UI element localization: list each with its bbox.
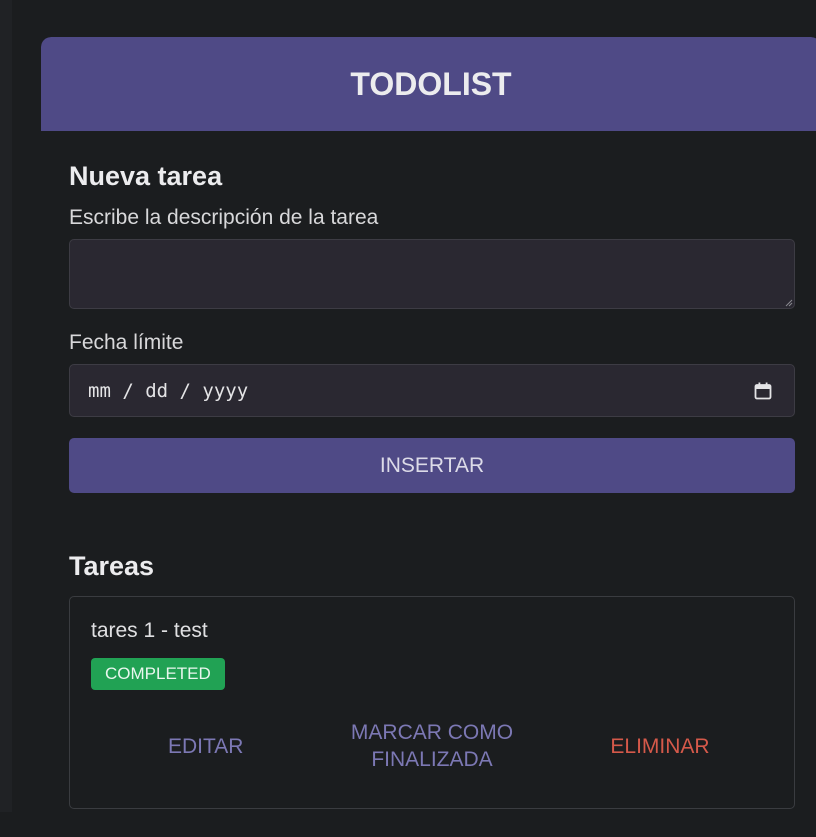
deadline-label: Fecha límite bbox=[69, 331, 184, 354]
card-content: Nueva tarea Escribe la descripción de la… bbox=[41, 160, 795, 809]
mark-done-line2: FINALIZADA bbox=[371, 748, 493, 771]
description-textarea[interactable] bbox=[69, 239, 795, 309]
new-task-title: Nueva tarea bbox=[69, 161, 223, 191]
app-title: TODOLIST bbox=[350, 65, 512, 102]
deadline-date-input[interactable]: mm / dd / yyyy bbox=[69, 364, 795, 417]
mark-done-button[interactable]: MARCAR COMO FINALIZADA bbox=[335, 719, 529, 773]
resize-grip-icon[interactable] bbox=[785, 299, 793, 307]
edit-button[interactable]: EDITAR bbox=[168, 733, 243, 760]
calendar-icon[interactable] bbox=[752, 380, 774, 402]
todolist-card: TODOLIST Nueva tarea Escribe la descripc… bbox=[41, 37, 816, 837]
insert-button[interactable]: INSERTAR bbox=[69, 438, 795, 493]
status-badge: COMPLETED bbox=[91, 658, 225, 690]
description-label: Escribe la descripción de la tarea bbox=[69, 206, 379, 229]
task-item: tares 1 - test COMPLETED EDITAR MARCAR C… bbox=[69, 596, 795, 809]
delete-button[interactable]: ELIMINAR bbox=[604, 733, 716, 760]
date-placeholder: mm / dd / yyyy bbox=[88, 379, 249, 402]
page-left-edge bbox=[0, 0, 12, 812]
task-actions: EDITAR MARCAR COMO FINALIZADA ELIMINAR bbox=[70, 719, 794, 775]
tasks-title: Tareas bbox=[69, 551, 155, 581]
task-description: tares 1 - test bbox=[91, 619, 208, 642]
card-header: TODOLIST bbox=[41, 37, 816, 131]
mark-done-line1: MARCAR COMO bbox=[350, 721, 514, 744]
